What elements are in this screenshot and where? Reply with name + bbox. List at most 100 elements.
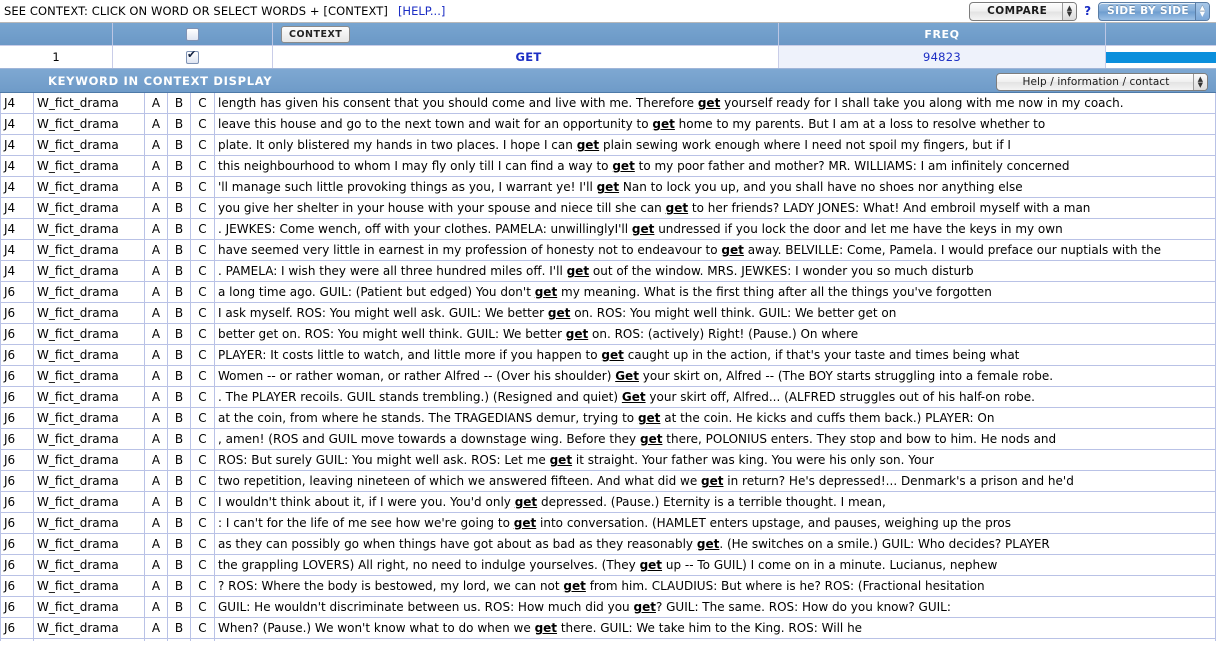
highlighted-keyword[interactable]: get [640, 558, 662, 572]
row-context-text[interactable]: I wouldn't think about it, if I were you… [214, 491, 1216, 513]
row-context-text[interactable]: have seemed very little in earnest in my… [214, 239, 1216, 261]
concordance-row[interactable]: J6 W_fict_drama A B Ca long time ago. GUIL: … [0, 281, 1216, 303]
row-flag-b: B [167, 365, 191, 387]
concordance-row[interactable]: J4 W_fict_drama A B Clength has given his co… [0, 93, 1216, 114]
keyword-link[interactable]: GET [515, 50, 541, 64]
highlighted-keyword[interactable]: get [632, 222, 654, 236]
row-context-text[interactable]: this neighbourhood to whom I may fly onl… [214, 155, 1216, 177]
concordance-row[interactable]: J4 W_fict_drama A B Cthis neighbourhood to w… [0, 155, 1216, 177]
row-context-text[interactable]: better get on. ROS: You might well think… [214, 323, 1216, 345]
row-context-text[interactable]: you give her shelter in your house with … [214, 197, 1216, 219]
row-genre: W_fict_drama [33, 596, 145, 618]
highlighted-keyword[interactable]: Get [622, 390, 646, 404]
row-context-text[interactable]: plate. It only blistered my hands in two… [214, 134, 1216, 156]
highlighted-keyword[interactable]: Get [615, 369, 639, 383]
concordance-row[interactable]: J6 W_fict_drama A B C GUIL: He wouldn't discr… [0, 596, 1216, 618]
side-by-side-dropdown[interactable]: SIDE BY SIDE ▲ ▼ [1098, 1, 1210, 21]
help-info-contact-dropdown[interactable]: Help / information / contact ▲ ▼ [996, 73, 1208, 91]
row-word-cell[interactable]: GET [273, 46, 779, 68]
row-context-text[interactable]: GUIL: He wouldn't discriminate between u… [214, 596, 1216, 618]
row-context-text[interactable]: ? ROS: Where the body is bestowed, my lo… [214, 575, 1216, 597]
row-context-text[interactable]: . The PLAYER recoils. GUIL stands trembl… [214, 386, 1216, 408]
concordance-row[interactable]: J6 W_fict_drama A B C I wouldn't think about … [0, 491, 1216, 513]
concordance-row[interactable]: J6 W_fict_drama A B C When? (Pause.) We won't… [0, 617, 1216, 639]
row-context-text[interactable]: 'll manage such little provoking things … [214, 176, 1216, 198]
concordance-row[interactable]: J4 W_fict_drama A B Cyou give her shelter in… [0, 197, 1216, 219]
concordance-row[interactable]: J4 W_fict_drama A B Cleave this house and go… [0, 113, 1216, 135]
highlighted-keyword[interactable]: get [563, 579, 585, 593]
row-text-id: J6 [0, 596, 34, 618]
concordance-row[interactable]: J6 W_fict_drama A B C I ask myself. ROS: You … [0, 302, 1216, 324]
concordance-row[interactable]: J6 W_fict_drama A B C ROS: But surely GUIL: Y… [0, 449, 1216, 471]
row-genre: W_fict_drama [33, 512, 145, 534]
concordance-scroll-area[interactable]: J4 W_fict_drama A B Clength has given his co… [0, 93, 1216, 641]
row-context-text[interactable]: Women -- or rather woman, or rather Alfr… [214, 365, 1216, 387]
highlighted-keyword[interactable]: get [701, 474, 723, 488]
concordance-row[interactable]: J6 W_fict_drama A B C. The PLAYER recoils. G… [0, 386, 1216, 408]
compare-dropdown[interactable]: COMPARE ▲ ▼ [969, 1, 1078, 21]
row-context-text[interactable]: .) Who is the English King? GUIL: That d… [214, 638, 1216, 641]
select-all-checkbox[interactable] [186, 27, 199, 41]
row-context-text[interactable]: . PAMELA: I wish they were all three hun… [214, 260, 1216, 282]
row-checkbox[interactable] [186, 49, 199, 64]
concordance-row[interactable]: J4 W_fict_drama A B C'll manage such little … [0, 176, 1216, 198]
concordance-row[interactable]: J6 W_fict_drama A B C? ROS: Where the body i… [0, 575, 1216, 597]
highlighted-keyword[interactable]: get [640, 432, 662, 446]
concordance-row[interactable]: J6W_fict_dramaABC.) Who is the English K… [0, 638, 1216, 641]
highlighted-keyword[interactable]: get [597, 180, 619, 194]
concordance-row[interactable]: J6 W_fict_drama A B Ctwo repetition, leaving… [0, 470, 1216, 492]
concordance-row[interactable]: J4 W_fict_drama A B Cplate. It only blistere… [0, 134, 1216, 156]
row-context-text[interactable]: I ask myself. ROS: You might well ask. G… [214, 302, 1216, 324]
concordance-row[interactable]: J6 W_fict_drama A B Cas they can possibly go… [0, 533, 1216, 555]
row-context-text[interactable]: a long time ago. GUIL: (Patient but edge… [214, 281, 1216, 303]
highlighted-keyword[interactable]: get [567, 264, 589, 278]
concordance-row[interactable]: J4 W_fict_drama A B Chave seemed very little… [0, 239, 1216, 261]
help-link[interactable]: [HELP...] [398, 4, 445, 18]
row-context-text[interactable]: the grappling LOVERS) All right, no need… [214, 554, 1216, 576]
highlighted-keyword[interactable]: get [515, 495, 537, 509]
highlighted-keyword[interactable]: get [652, 117, 674, 131]
row-context-text[interactable]: , amen! (ROS and GUIL move towards a dow… [214, 428, 1216, 450]
row-text-id: J4 [0, 176, 34, 198]
concordance-row[interactable]: J6 W_fict_drama A B C Women -- or rather woma… [0, 365, 1216, 387]
highlighted-keyword[interactable]: get [666, 201, 688, 215]
row-context-text[interactable]: length has given his consent that you sh… [214, 93, 1216, 114]
highlighted-keyword[interactable]: get [698, 96, 720, 110]
highlighted-keyword[interactable]: get [535, 621, 557, 635]
row-flag-a: A [144, 113, 168, 135]
context-button[interactable]: CONTEXT [281, 25, 351, 43]
highlighted-keyword[interactable]: get [514, 516, 536, 530]
highlighted-keyword[interactable]: get [612, 159, 634, 173]
row-context-text[interactable]: : I can't for the life of me see how we'… [214, 512, 1216, 534]
row-context-text[interactable]: at the coin, from where he stands. The T… [214, 407, 1216, 429]
row-context-text[interactable]: as they can possibly go when things have… [214, 533, 1216, 555]
concordance-row[interactable]: J6 W_fict_drama A B Cbetter get on. ROS: You… [0, 323, 1216, 345]
concordance-row[interactable]: J6 W_fict_drama A B Cat the coin, from where… [0, 407, 1216, 429]
concordance-row[interactable]: J6 W_fict_drama A B Cthe grappling LOVERS) A… [0, 554, 1216, 576]
topbar-controls: COMPARE ▲ ▼ ? SIDE BY SIDE ▲ ▼ [969, 1, 1210, 21]
highlighted-keyword[interactable]: get [550, 453, 572, 467]
row-context-text[interactable]: PLAYER: It costs little to watch, and li… [214, 344, 1216, 366]
row-context-text[interactable]: leave this house and go to the next town… [214, 113, 1216, 135]
row-context-text[interactable]: When? (Pause.) We won't know what to do … [214, 617, 1216, 639]
row-context-text[interactable]: two repetition, leaving nineteen of whic… [214, 470, 1216, 492]
highlighted-keyword[interactable]: get [548, 306, 570, 320]
concordance-row[interactable]: J6 W_fict_drama A B C PLAYER: It costs little… [0, 344, 1216, 366]
highlighted-keyword[interactable]: get [566, 327, 588, 341]
highlighted-keyword[interactable]: get [601, 348, 623, 362]
results-data-row[interactable]: 1 GET 94823 [0, 46, 1216, 69]
question-help-icon[interactable]: ? [1084, 4, 1091, 18]
highlighted-keyword[interactable]: get [697, 537, 719, 551]
row-select-cell[interactable] [113, 46, 273, 68]
highlighted-keyword[interactable]: get [721, 243, 743, 257]
concordance-row[interactable]: J4 W_fict_drama A B C. JEWKES: Come wench, o… [0, 218, 1216, 240]
highlighted-keyword[interactable]: get [633, 600, 655, 614]
row-context-text[interactable]: ROS: But surely GUIL: You might well ask… [214, 449, 1216, 471]
highlighted-keyword[interactable]: get [638, 411, 660, 425]
concordance-row[interactable]: J6 W_fict_drama A B C, amen! (ROS and GUIL m… [0, 428, 1216, 450]
highlighted-keyword[interactable]: get [535, 285, 557, 299]
concordance-row[interactable]: J4 W_fict_drama A B C. PAMELA: I wish they w… [0, 260, 1216, 282]
concordance-row[interactable]: J6 W_fict_drama A B C: I can't for the life … [0, 512, 1216, 534]
row-context-text[interactable]: . JEWKES: Come wench, off with your clot… [214, 218, 1216, 240]
highlighted-keyword[interactable]: get [577, 138, 599, 152]
